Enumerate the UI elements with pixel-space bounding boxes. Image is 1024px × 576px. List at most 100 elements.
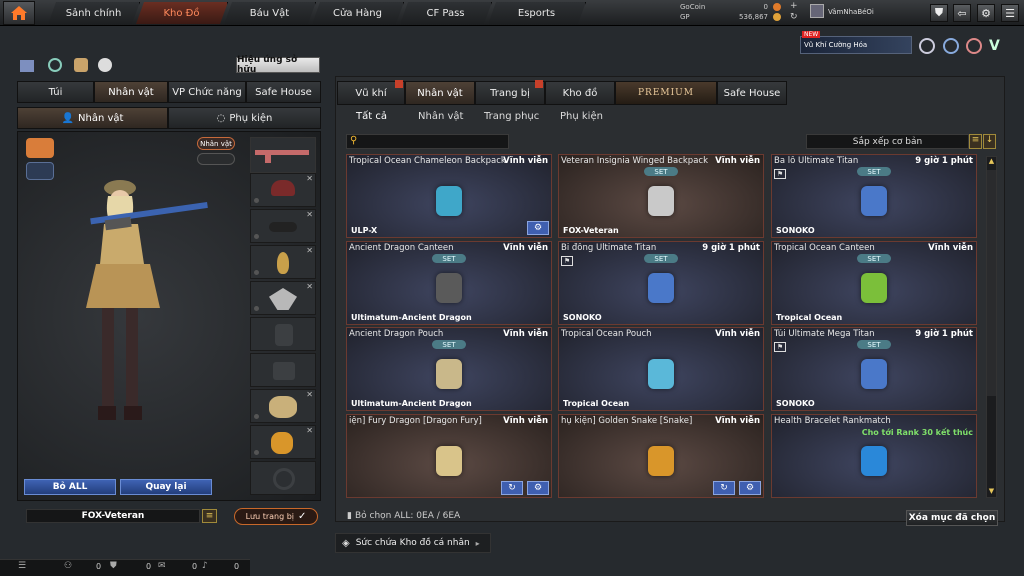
- left-tab-safehouse[interactable]: Safe House: [246, 81, 321, 103]
- fox-faction-icon[interactable]: [26, 138, 54, 158]
- rotate-icon[interactable]: ↻: [713, 481, 735, 495]
- right-tab-storage[interactable]: Kho đồ: [545, 81, 615, 105]
- sort-direction-button[interactable]: ↓: [983, 134, 996, 149]
- item-card[interactable]: iện] Fury Dragon [Dragon Fury] Vĩnh viễn ↻…: [346, 414, 552, 498]
- item-card[interactable]: Tropical Ocean Pouch Vĩnh viễn Tropical Oc…: [558, 327, 764, 411]
- preset-name-field[interactable]: FOX-Veteran: [26, 509, 200, 523]
- category-costume[interactable]: Trang phục: [484, 111, 539, 122]
- scroll-down-icon[interactable]: ▼: [987, 487, 996, 496]
- event-icon-4[interactable]: V: [989, 38, 1007, 54]
- slot-empty-2[interactable]: [250, 353, 316, 387]
- gift-icon[interactable]: [20, 60, 34, 72]
- remove-icon[interactable]: ✕: [306, 390, 313, 399]
- friends-icon[interactable]: ⚇: [64, 561, 72, 571]
- slot-empty-3[interactable]: [250, 461, 316, 495]
- view-toggle[interactable]: [197, 153, 235, 165]
- slot-empty-1[interactable]: [250, 317, 316, 351]
- sort-list-button[interactable]: ≡: [969, 134, 982, 149]
- item-card[interactable]: Tropical Ocean Canteen Vĩnh viễn SET Tropic…: [771, 241, 977, 325]
- friends-count: 0: [96, 562, 102, 571]
- event-icon-3[interactable]: [966, 38, 982, 54]
- storage-capacity-button[interactable]: ◈ Sức chứa Kho đồ cá nhân ▸: [335, 533, 491, 553]
- cat-icon[interactable]: [98, 58, 112, 72]
- save-loadout-button[interactable]: Lưu trang bị ✓: [234, 508, 318, 525]
- scroll-up-icon[interactable]: ▲: [987, 157, 996, 166]
- category-character[interactable]: Nhân vật: [418, 111, 463, 122]
- item-card[interactable]: Túi Ultimate Mega Titan 9 giờ 1 phút SET SO…: [771, 327, 977, 411]
- item-card[interactable]: Ancient Dragon Pouch Vĩnh viễn SET Ultimatu…: [346, 327, 552, 411]
- cycle-icon[interactable]: [48, 58, 62, 72]
- ownership-effect-button[interactable]: Hiệu ứng sở hữu: [236, 55, 320, 75]
- preset-list-button[interactable]: ≡: [202, 509, 217, 523]
- item-card[interactable]: Ba lô Ultimate Titan 9 giờ 1 phút SET SONOK…: [771, 154, 977, 238]
- nav-tab-treasure[interactable]: Báu Vật: [224, 2, 316, 24]
- clear-selected-button[interactable]: Xóa mục đã chọn: [906, 510, 998, 526]
- category-accessory[interactable]: Phụ kiện: [560, 111, 603, 122]
- category-all[interactable]: Tất cả: [356, 111, 387, 122]
- nav-tab-inventory[interactable]: Kho Đồ: [136, 2, 228, 24]
- volume-icon[interactable]: ♪: [202, 561, 208, 571]
- slot-badge[interactable]: ✕: [250, 245, 316, 279]
- exit-button[interactable]: ⇦: [953, 4, 971, 22]
- sort-dropdown[interactable]: Sắp xếp cơ bản: [806, 134, 969, 149]
- slot-head[interactable]: ✕: [250, 173, 316, 207]
- search-input[interactable]: ⚲: [346, 134, 509, 149]
- add-currency-icon[interactable]: +: [790, 1, 798, 11]
- remove-icon[interactable]: ✕: [306, 282, 313, 291]
- left-subtab-character[interactable]: 👤 Nhân vật: [17, 107, 168, 129]
- left-tab-bag[interactable]: Túi: [17, 81, 94, 103]
- item-card[interactable]: Veteran Insignia Winged Backpack Vĩnh viễ…: [558, 154, 764, 238]
- remove-icon[interactable]: ✕: [306, 174, 313, 183]
- left-tab-character[interactable]: Nhân vật: [94, 81, 168, 103]
- deselect-all[interactable]: ▮ Bỏ chọn ALL: 0EA / 6EA: [347, 511, 460, 521]
- refresh-currency-icon[interactable]: ↻: [790, 12, 798, 22]
- right-tab-character[interactable]: Nhân vật: [405, 81, 475, 105]
- item-card[interactable]: Tropical Ocean Chameleon Backpack Vĩnh vi…: [346, 154, 552, 238]
- item-group: Tropical Ocean: [563, 399, 630, 408]
- event-icon-2[interactable]: [943, 38, 959, 54]
- slot-face[interactable]: ✕: [250, 209, 316, 243]
- settings-gear-icon[interactable]: ⚙: [527, 481, 549, 495]
- menu-button[interactable]: ☰: [1001, 4, 1019, 22]
- character-icon[interactable]: [74, 58, 88, 72]
- right-tab-premium[interactable]: PREMIUM: [615, 81, 717, 105]
- settings-gear-icon[interactable]: ⚙: [527, 221, 549, 235]
- scrollbar-thumb[interactable]: [987, 170, 996, 396]
- nav-tab-shop[interactable]: Cửa Hàng: [312, 2, 404, 24]
- remove-all-button[interactable]: Bỏ ALL: [24, 479, 116, 495]
- slot-accessory-1[interactable]: ✕: [250, 389, 316, 423]
- avatar[interactable]: [810, 4, 824, 18]
- slot-back[interactable]: ✕: [250, 281, 316, 315]
- promo-banner[interactable]: NEW Vũ Khí Cường Hóa: [800, 31, 912, 54]
- shield-button[interactable]: ⛊: [930, 4, 948, 22]
- rotate-icon[interactable]: ↻: [501, 481, 523, 495]
- eagle-faction-icon[interactable]: [26, 162, 54, 180]
- item-card[interactable]: hụ kiện] Golden Snake [Snake] Vĩnh viễn ↻ ⚙: [558, 414, 764, 498]
- item-card[interactable]: Bi đông Ultimate Titan 9 giờ 1 phút SET SON…: [558, 241, 764, 325]
- nav-tab-lobby[interactable]: Sảnh chính: [48, 2, 140, 24]
- titan-pouch-icon: [854, 354, 894, 394]
- slot-weapon[interactable]: [250, 137, 316, 173]
- list-icon[interactable]: ☰: [18, 561, 26, 571]
- left-tab-function[interactable]: VP Chức năng: [168, 81, 246, 103]
- clan-icon[interactable]: ⛊: [110, 561, 117, 571]
- dragon-canteen-icon: [429, 268, 469, 308]
- settings-gear-icon[interactable]: ⚙: [739, 481, 761, 495]
- settings-button[interactable]: ⚙: [977, 4, 995, 22]
- left-subtab-accessory[interactable]: ◌ Phụ kiện: [168, 107, 321, 129]
- nav-tab-esports[interactable]: Esports: [488, 2, 586, 24]
- wings-icon: [269, 288, 297, 310]
- back-button[interactable]: Quay lại: [120, 479, 212, 495]
- home-button[interactable]: [3, 1, 35, 25]
- item-card[interactable]: Ancient Dragon Canteen Vĩnh viễn SET Ultima…: [346, 241, 552, 325]
- remove-icon[interactable]: ✕: [306, 426, 313, 435]
- event-icon-1[interactable]: [919, 38, 935, 54]
- right-tab-safehouse[interactable]: Safe House: [717, 81, 787, 105]
- nav-tab-cfpass[interactable]: CF Pass: [400, 2, 492, 24]
- character-toggle[interactable]: Nhân vật: [197, 137, 235, 150]
- remove-icon[interactable]: ✕: [306, 246, 313, 255]
- slot-accessory-2[interactable]: ✕: [250, 425, 316, 459]
- chat-icon[interactable]: ✉: [158, 561, 166, 571]
- item-card[interactable]: Health Bracelet Rankmatch Cho tới Rank 30…: [771, 414, 977, 498]
- remove-icon[interactable]: ✕: [306, 210, 313, 219]
